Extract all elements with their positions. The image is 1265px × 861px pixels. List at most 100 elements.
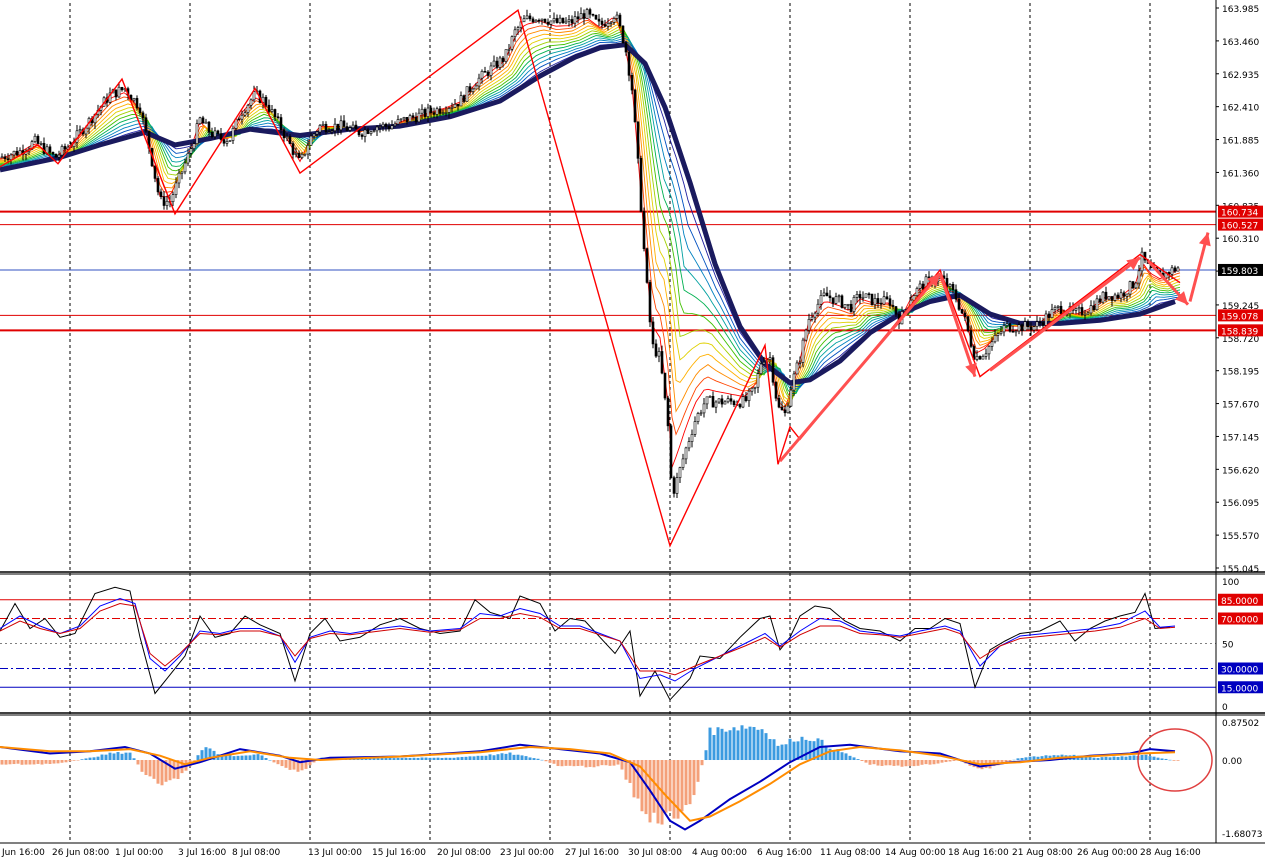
candle-body <box>315 131 319 135</box>
candle-body <box>603 24 607 27</box>
macd-hist-bar <box>904 760 908 767</box>
macd-hist-bar <box>452 757 456 761</box>
macd-hist-bar <box>44 760 48 764</box>
ribbon-line-9 <box>0 37 1181 390</box>
chart-svg[interactable]: 163.985 163.460 162.935 162.410 161.885 161.3… <box>0 0 1265 858</box>
candle-body <box>1113 294 1117 301</box>
candle-body <box>561 17 565 24</box>
macd-hist-bar <box>68 760 72 762</box>
macd-tick-label: 0.87502 <box>1222 719 1259 729</box>
time-tick-label: 3 Jul 16:00 <box>178 848 227 857</box>
macd-hist-bar <box>484 755 488 761</box>
candle-body <box>1170 267 1174 275</box>
oscillator-pane <box>0 586 1216 701</box>
candle-body <box>786 405 790 414</box>
main-tick-label: 157.145 <box>1222 433 1259 443</box>
macd-hist-bar <box>124 752 128 761</box>
macd-hist-bar <box>548 760 552 763</box>
macd-hist-bar <box>1124 756 1128 761</box>
candle-body <box>441 112 445 114</box>
ma-ribbon <box>0 16 1181 468</box>
macd-hist-bar <box>740 725 744 761</box>
candle-body <box>0 156 4 159</box>
candle-body <box>948 284 952 287</box>
candle-body <box>768 357 772 360</box>
candle-body <box>732 400 736 405</box>
macd-hist-bar <box>248 755 252 761</box>
candle-body <box>84 127 88 135</box>
candle-body <box>396 119 400 125</box>
candle-body <box>141 112 145 119</box>
candle-body <box>1095 298 1099 311</box>
macd-hist-bar <box>924 760 928 765</box>
macd-hist-bar <box>148 760 152 777</box>
candle-body <box>915 288 919 296</box>
macd-hist-bar <box>480 755 484 761</box>
macd-hist-bar <box>892 760 896 766</box>
time-tick-label: 11 Aug 08:00 <box>820 848 881 857</box>
candle-body <box>576 16 580 20</box>
candle-body <box>810 316 814 320</box>
macd-hist-bar <box>1108 757 1112 761</box>
candle-body <box>507 48 511 51</box>
candle-body <box>282 129 286 139</box>
macd-hist-bar <box>536 758 540 761</box>
candle-body <box>684 447 688 460</box>
candle-body <box>927 276 931 279</box>
candle-body <box>1092 305 1096 311</box>
macd-hist-bar <box>792 741 796 761</box>
macd-hist-bar <box>604 760 608 766</box>
macd-hist-bar <box>1116 756 1120 761</box>
macd-hist-bar <box>788 738 792 761</box>
macd-hist-bar <box>464 756 468 761</box>
candle-body <box>354 124 358 130</box>
ribbon-line-10 <box>0 40 1181 387</box>
candle-body <box>825 292 829 297</box>
time-tick-label: 13 Jul 00:00 <box>308 848 362 857</box>
candle-body <box>921 283 925 290</box>
candle-body <box>309 135 313 146</box>
macd-hist-bar <box>1024 757 1028 761</box>
macd-hist-bar <box>652 760 656 813</box>
candle-body <box>273 109 277 118</box>
candle-body <box>60 146 64 156</box>
candle-body <box>114 89 118 98</box>
macd-hist-bar <box>80 759 84 761</box>
candle-body <box>510 36 514 50</box>
macd-hist-bar <box>784 744 788 761</box>
macd-tick-label: 0.00 <box>1222 757 1242 767</box>
candle-body <box>186 153 190 164</box>
candle-body <box>192 143 196 149</box>
candle-body <box>327 131 331 133</box>
macd-hist-bar <box>716 727 720 761</box>
candle-body <box>702 403 706 414</box>
macd-hist-bar <box>908 760 912 766</box>
candle-body <box>876 298 880 304</box>
candle-body <box>420 108 424 114</box>
ribbon-line-0 <box>0 16 1181 468</box>
candle-body <box>666 397 670 427</box>
candle-body <box>1011 331 1015 333</box>
macd-hist-bar <box>496 754 500 761</box>
macd-hist-bar <box>252 754 256 761</box>
candle-body <box>1026 321 1030 328</box>
candle-body <box>759 363 763 375</box>
macd-hist-bar <box>596 760 600 767</box>
candle-body <box>432 112 436 115</box>
candle-body <box>660 351 664 374</box>
candle-body <box>600 20 604 25</box>
candle-body <box>285 136 289 139</box>
candle-body <box>912 295 916 301</box>
candle-body <box>804 329 808 341</box>
candle-body <box>369 131 373 134</box>
candle-body <box>558 17 562 24</box>
macd-hist-bar <box>132 758 136 761</box>
macd-hist-bar <box>412 757 416 761</box>
candle-body <box>438 108 442 114</box>
macd-hist-bar <box>568 760 572 766</box>
macd-hist-bar <box>1028 756 1032 761</box>
candle-body <box>459 95 463 107</box>
time-tick-label: 8 Jul 08:00 <box>232 848 281 857</box>
candle-body <box>15 150 19 156</box>
macd-hist-bar <box>460 756 464 761</box>
